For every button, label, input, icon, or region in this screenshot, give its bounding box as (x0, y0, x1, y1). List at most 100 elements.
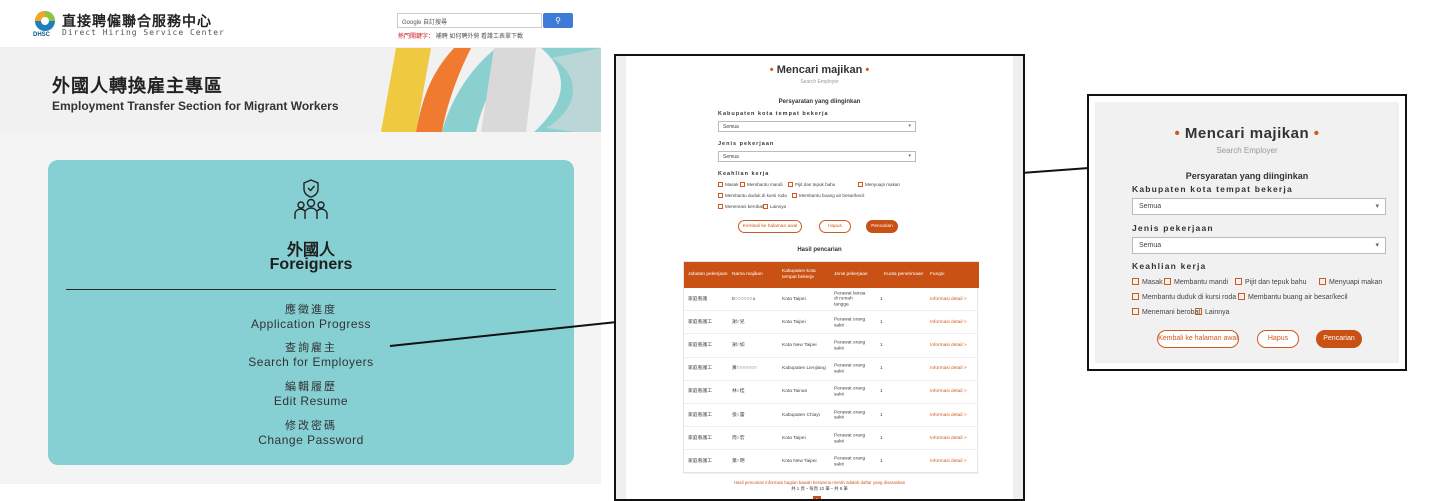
search-subtitle: Search Employer (800, 79, 839, 85)
card-heading-en: Foreigners (269, 256, 353, 273)
table-cell: 1 (880, 366, 883, 372)
search-form-zoom: • Mencari majikan • Search Employer Pers… (1087, 94, 1407, 371)
column-header: Fungsi (930, 272, 945, 278)
back-home-button-zoom[interactable]: Kembali ke halaman awal (1157, 330, 1239, 348)
skill-checkbox[interactable]: Menyuapi makan (858, 182, 900, 187)
people-group-icon (294, 179, 328, 219)
chevron-down-icon: ▾ (908, 153, 911, 159)
table-cell: 1 (880, 435, 883, 441)
table-cell: 家庭看護工 (688, 412, 712, 418)
table-row: 家庭看護工 謝○如 Kota New Taipei Perawat orang sak… (684, 334, 979, 358)
search-title-zoom: • Mencari majikan • (1174, 125, 1320, 142)
search-title: • Mencari majikan • (769, 64, 870, 76)
menu-search-employers-zh[interactable]: 查詢雇主 (48, 339, 574, 355)
chevron-down-icon: ▾ (1375, 203, 1379, 210)
detail-link[interactable]: Informasi detail > (930, 297, 976, 303)
skills-label-zoom: Keahlian kerja (1132, 261, 1207, 271)
skill-checkbox[interactable]: Menemani berobat (718, 204, 763, 209)
skill-checkbox[interactable]: Membantu duduk di kursi roda (718, 193, 787, 198)
menu-change-password[interactable]: Change Password (48, 433, 574, 447)
skill-checkbox-zoom[interactable]: Menyuapi makan (1319, 278, 1382, 286)
skill-checkbox-zoom[interactable]: Masak (1132, 278, 1163, 286)
job-type-label-zoom: Jenis pekerjaan (1132, 223, 1214, 233)
job-type-select[interactable]: Semua ▾ (718, 151, 916, 162)
table-cell: Kota New Taipei (782, 343, 817, 349)
menu-edit-resume[interactable]: Edit Resume (48, 394, 574, 408)
table-cell: 1 (880, 412, 883, 418)
table-cell: 家庭看護工 (688, 343, 712, 349)
site-search-button[interactable]: ⚲ (543, 13, 573, 28)
detail-link[interactable]: Informasi detail > (930, 459, 976, 465)
region-select-zoom[interactable]: Semua ▾ (1132, 198, 1386, 215)
skill-checkbox-zoom[interactable]: Membantu duduk di kursi roda (1132, 293, 1236, 301)
column-header: Kabupaten kota tempat bekerja (782, 269, 816, 280)
table-cell: 家庭看護工 (688, 435, 712, 441)
search-page: • Mencari majikan • Search Employer Pers… (626, 56, 1013, 499)
criteria-heading-zoom: Persyaratan yang diinginkan (1185, 171, 1309, 181)
table-cell: E○○○○○○u (732, 296, 756, 302)
detail-link[interactable]: Informasi detail > (930, 390, 976, 396)
hot-keywords-links[interactable]: 補聘 如何聘外勞 看護工表單下載 (436, 34, 523, 40)
detail-link[interactable]: Informasi detail > (930, 320, 976, 326)
skill-checkbox-zoom[interactable]: Membantu buang air besar/kecil (1238, 293, 1348, 301)
skill-checkbox[interactable]: Lainnya (763, 204, 786, 209)
table-cell: 黃○○○○○○○ (732, 366, 758, 372)
table-cell: Perawat orang sakit (834, 456, 866, 467)
table-cell: Kota Tainan (782, 389, 808, 395)
menu-application-progress[interactable]: Application Progress (48, 317, 574, 331)
site-search-input[interactable]: Google 自訂搜尋 (397, 13, 542, 28)
results-heading: Hasil pencarian (797, 247, 842, 253)
detail-link[interactable]: Informasi detail > (930, 343, 976, 349)
table-cell: 葉○明 (732, 459, 745, 465)
site-logo-icon[interactable] (34, 10, 56, 32)
job-type-label: Jenis pekerjaan (718, 141, 775, 147)
skill-checkbox[interactable]: Membantu buang air besar/kecil (792, 193, 864, 198)
skill-checkbox[interactable]: Masak (718, 182, 739, 187)
menu-edit-resume-zh[interactable]: 編輯履歷 (48, 378, 574, 394)
detail-link[interactable]: Informasi detail > (930, 366, 976, 372)
skill-checkbox-zoom[interactable]: Pijit dan tepuk bahu (1235, 278, 1307, 286)
clear-button-zoom[interactable]: Hapus (1257, 330, 1299, 348)
chevron-down-icon: ▾ (1375, 242, 1379, 249)
table-cell: Kabupaten Chiayi (782, 412, 820, 418)
table-cell: 林○桂 (732, 389, 745, 395)
skill-checkbox-zoom[interactable]: Membantu mandi (1164, 278, 1228, 286)
detail-link[interactable]: Informasi detail > (930, 413, 976, 419)
region-select[interactable]: Semua ▾ (718, 121, 916, 132)
table-cell: Perawat orang sakit (834, 386, 866, 398)
results-table-header: Jabatan pekerjaan Nama majikan Kabupaten… (684, 262, 979, 288)
menu-change-password-zh[interactable]: 修改密碼 (48, 417, 574, 433)
table-cell: Perawat orang sakit (834, 363, 866, 375)
column-header: Kuota penerimaan (884, 272, 924, 278)
table-cell: Kota Taipei (782, 296, 806, 302)
skill-checkbox[interactable]: Membantu mandi (740, 182, 783, 187)
clear-button[interactable]: Hapus (819, 220, 851, 233)
detail-link[interactable]: Informasi detail > (930, 436, 976, 442)
table-cell: 1 (880, 343, 883, 349)
table-row: 家庭看護工 林○桂 Kota Tainan Perawat orang sakit 1 I… (684, 381, 979, 404)
search-button-zoom[interactable]: Pencarian (1316, 330, 1362, 348)
table-row: 家庭看護工 葉○明 Kota New Taipei Perawat orang sak… (684, 450, 979, 474)
table-row: 家庭看護工 謝○兒 Kota Taipei Perawat orang sakit 1 I… (684, 311, 979, 335)
table-cell: Perawat orang sakit (834, 433, 866, 444)
back-home-button[interactable]: Kembali ke halaman awal (738, 220, 802, 233)
search-button[interactable]: Pencarian (866, 220, 898, 233)
table-cell: Perawat orang sakit (834, 409, 866, 421)
table-cell: 家庭看護工 (688, 459, 712, 465)
table-cell: 張○蕾 (732, 412, 745, 418)
skill-checkbox-zoom[interactable]: Lainnya (1195, 308, 1230, 316)
menu-application-progress-zh[interactable]: 應徵進度 (48, 301, 574, 317)
skills-label: Keahlian kerja (718, 171, 770, 177)
skill-checkbox-zoom[interactable]: Menemani berobat (1132, 308, 1200, 316)
job-type-select-zoom[interactable]: Semua ▾ (1132, 237, 1386, 254)
hot-keywords-row: 熱門關鍵字： 補聘 如何聘外勞 看護工表單下載 (398, 31, 523, 40)
table-row: 家庭看護工 張○蕾 Kabupaten Chiayi Perawat orang sa… (684, 404, 979, 428)
table-cell: Kabupaten Lienjiang (782, 366, 826, 372)
skill-checkbox[interactable]: Pijit dan tepuk bahu (788, 182, 835, 187)
menu-search-employers[interactable]: Search for Employers (48, 355, 574, 369)
table-cell: 家庭看護工 (688, 319, 712, 325)
page-button[interactable]: 1 (813, 496, 821, 499)
criteria-heading: Persyaratan yang diinginkan (778, 99, 861, 105)
search-form-panel: • Mencari majikan • Search Employer Pers… (1095, 102, 1399, 363)
table-cell: 1 (880, 296, 883, 302)
